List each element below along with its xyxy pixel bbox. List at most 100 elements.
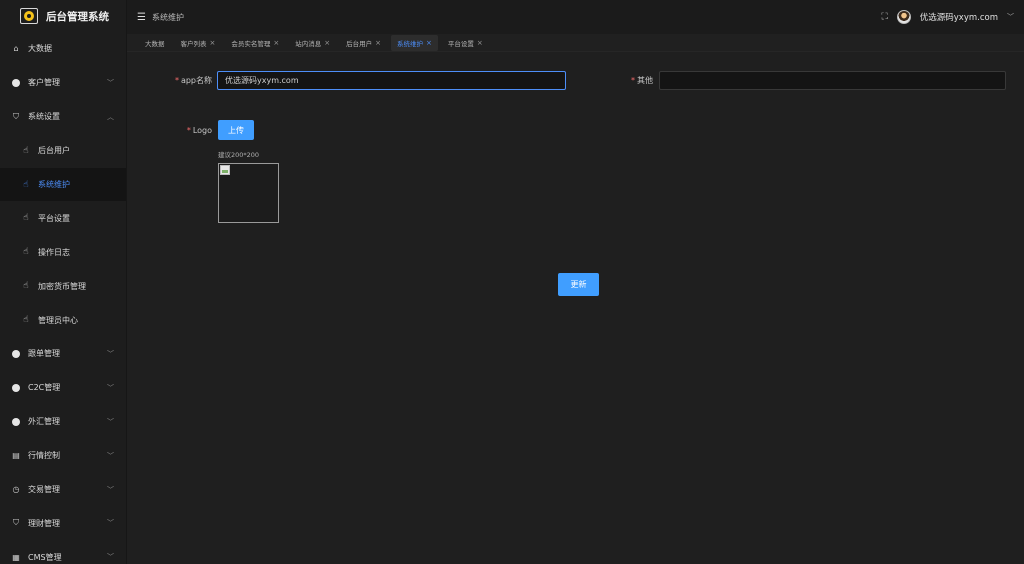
hand-icon: ☝ (23, 179, 29, 190)
chevron-icon: ﹀ (107, 349, 114, 358)
sidebar-item-label: 加密货币管理 (38, 281, 86, 291)
broken-image-icon (220, 165, 230, 175)
main-content: * app名称 优选源码yxym.com * 其他 * Logo 上传 建议200*2… (127, 52, 1024, 564)
update-button[interactable]: 更新 (558, 273, 599, 296)
other-label: * 其他 (631, 76, 653, 85)
hand-icon: ☝ (23, 315, 29, 326)
chevron-icon: ﹀ (107, 485, 114, 494)
sidebar-item[interactable]: 外汇管理 ﹀ (0, 405, 126, 439)
chevron-icon: ﹀ (107, 451, 114, 460)
sidebar-item-label: 理财管理 (28, 518, 60, 528)
sidebar-item[interactable]: 跟单管理 ﹀ (0, 337, 126, 371)
sidebar-item[interactable]: ☝ 后台用户 (0, 134, 126, 168)
tab[interactable]: 大数据 (139, 35, 171, 51)
sidebar-item-label: 系统设置 (28, 112, 60, 122)
user-name[interactable]: 优选源码yxym.com (920, 11, 998, 23)
tab[interactable]: 系统维护 × (391, 34, 438, 51)
tab-label: 大数据 (145, 39, 165, 48)
sidebar-item-label: 平台设置 (38, 213, 70, 223)
home-icon: ⌂ (13, 44, 19, 54)
menu-toggle-icon[interactable]: ☰ (137, 12, 146, 23)
chevron-icon: ﹀ (107, 553, 114, 562)
app-name-input[interactable]: 优选源码yxym.com (217, 71, 566, 90)
sidebar-item-label: 后台用户 (38, 146, 70, 156)
sidebar-item-label: 管理员中心 (38, 315, 78, 325)
fullscreen-icon[interactable]: ⛶ (881, 12, 887, 22)
close-icon[interactable]: × (477, 39, 483, 47)
chevron-icon: ﹀ (107, 78, 114, 87)
app-name-label: * app名称 (174, 76, 212, 85)
sidebar-item-label: 大数据 (28, 44, 52, 54)
top-bar: ☰ 系统维护 ⛶ 优选源码yxym.com ﹀ (127, 0, 1024, 34)
chevron-down-icon[interactable]: ﹀ (1007, 12, 1014, 22)
chevron-icon: ﹀ (107, 383, 114, 392)
tab[interactable]: 客户列表 × (175, 35, 222, 51)
chevron-icon: ﹀ (107, 519, 114, 528)
avatar[interactable] (896, 10, 911, 24)
app-logo[interactable]: 后台管理系统 (0, 0, 126, 32)
shield-icon: ⛉ (13, 111, 19, 121)
sidebar-menu: ⌂ 大数据客户管理 ﹀ ⛉ 系统设置 ︿ ☝ 后台用户 ☝ 系统维护 ☝ 平台设置 ☝ 操作日志 ☝ 加密货币… (0, 32, 126, 564)
sidebar-item[interactable]: 客户管理 ﹀ (0, 66, 126, 100)
breadcrumb: 系统维护 (151, 12, 184, 22)
dot-icon (10, 383, 22, 392)
sidebar-item[interactable]: ⌂ 大数据 (0, 32, 126, 66)
hand-icon: ☝ (23, 213, 29, 224)
tab[interactable]: 后台用户 × (340, 35, 387, 51)
dot-icon (10, 349, 22, 358)
size-hint: 建议200*200 (218, 151, 260, 159)
hand-icon: ☝ (23, 281, 29, 292)
sidebar-item[interactable]: ⛉ 理财管理 ﹀ (0, 506, 126, 540)
dot-icon (10, 417, 22, 426)
clock-icon: ◷ (12, 485, 20, 495)
sidebar-item[interactable]: ☝ 系统维护 (0, 167, 126, 202)
logo-preview (218, 163, 279, 223)
sidebar-item-label: CMS管理 (28, 552, 62, 562)
sidebar-item[interactable]: ▤ 行情控制 ﹀ (0, 439, 126, 473)
tab-label: 系统维护 (397, 39, 423, 48)
tab[interactable]: 会员实名管理 × (225, 35, 285, 51)
sidebar-item-label: C2C管理 (28, 383, 61, 393)
chevron-icon: ︿ (107, 112, 114, 121)
shield-icon: ⛉ (13, 518, 19, 528)
sidebar-item[interactable]: ◷ 交易管理 ﹀ (0, 473, 126, 507)
sidebar-item[interactable]: C2C管理 ﹀ (0, 371, 126, 405)
close-icon[interactable]: × (273, 39, 279, 47)
sidebar-item-label: 交易管理 (28, 485, 60, 495)
sidebar-item[interactable]: ☝ 管理员中心 (0, 303, 126, 337)
sidebar-item[interactable]: ☝ 平台设置 (0, 201, 126, 235)
sidebar-item-label: 行情控制 (28, 451, 60, 461)
tab-bar: 大数据 客户列表 × 会员实名管理 × 站内消息 × 后台用户 × 系统维护 × 平台设置 × (127, 34, 1024, 52)
tab-label: 平台设置 (447, 39, 474, 48)
tab-label: 站内消息 (295, 39, 322, 48)
app-title: 后台管理系统 (46, 10, 109, 23)
sidebar-item-label: 操作日志 (38, 247, 70, 257)
sidebar: 后台管理系统 ⌂ 大数据客户管理 ﹀ ⛉ 系统设置 ︿ ☝ 后台用户 ☝ 系统维护 ☝ 平台设置 ☝ 操作… (0, 0, 127, 564)
tab-label: 客户列表 (180, 39, 207, 48)
chart-icon: ▤ (12, 451, 20, 461)
upload-button[interactable]: 上传 (218, 120, 254, 140)
sidebar-item[interactable]: ⛉ 系统设置 ︿ (0, 100, 126, 134)
tab[interactable]: 平台设置 × (442, 35, 489, 51)
sidebar-item[interactable]: ▦ CMS管理 ﹀ (0, 540, 126, 564)
close-icon[interactable]: × (426, 39, 432, 47)
sidebar-item-label: 客户管理 (28, 78, 60, 88)
doc-icon: ▦ (12, 552, 20, 562)
sidebar-item-label: 系统维护 (38, 180, 70, 189)
other-input[interactable] (659, 71, 1006, 90)
close-icon[interactable]: × (210, 39, 216, 47)
sidebar-item[interactable]: ☝ 操作日志 (0, 235, 126, 269)
close-icon[interactable]: × (375, 39, 381, 47)
hand-icon: ☝ (23, 247, 29, 258)
tab-label: 会员实名管理 (231, 39, 271, 48)
hand-icon: ☝ (23, 145, 29, 156)
logo-icon (20, 8, 38, 24)
tab[interactable]: 站内消息 × (289, 35, 336, 51)
sidebar-item[interactable]: ☝ 加密货币管理 (0, 269, 126, 303)
tab-label: 后台用户 (346, 39, 373, 48)
dot-icon (10, 78, 22, 87)
sidebar-item-label: 外汇管理 (28, 417, 60, 427)
sidebar-item-label: 跟单管理 (28, 349, 60, 359)
close-icon[interactable]: × (324, 39, 330, 47)
logo-label: * Logo (186, 126, 212, 135)
